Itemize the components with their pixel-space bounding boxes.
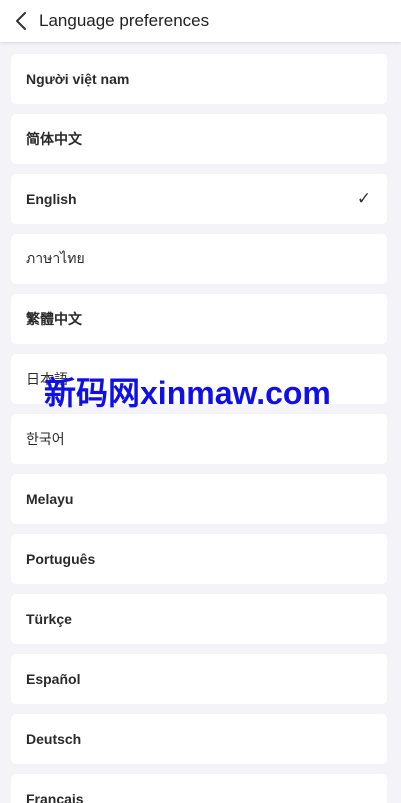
language-item-malay[interactable]: Melayu bbox=[11, 474, 387, 524]
language-label: ภาษาไทย bbox=[26, 250, 85, 266]
top-app-bar: Language preferences bbox=[0, 0, 401, 42]
language-label: English bbox=[26, 191, 77, 207]
language-label: 한국어 bbox=[26, 431, 65, 447]
language-label: Português bbox=[26, 551, 96, 567]
language-label: Người việt nam bbox=[26, 71, 130, 87]
language-label: Deutsch bbox=[26, 731, 82, 747]
language-label: Türkçe bbox=[26, 611, 72, 627]
language-item-german[interactable]: Deutsch bbox=[11, 714, 387, 764]
language-item-korean[interactable]: 한국어 bbox=[11, 414, 387, 464]
language-list: Người việt nam 简体中文 English ✓ ภาษาไทย 繁體… bbox=[11, 54, 387, 803]
chevron-left-icon bbox=[16, 12, 26, 30]
language-item-traditional-chinese[interactable]: 繁體中文 bbox=[11, 294, 387, 344]
language-item-english[interactable]: English ✓ bbox=[11, 174, 387, 224]
language-item-spanish[interactable]: Español bbox=[11, 654, 387, 704]
language-item-thai[interactable]: ภาษาไทย bbox=[11, 234, 387, 284]
language-label: Español bbox=[26, 671, 81, 687]
language-label: Français bbox=[26, 791, 84, 803]
language-item-turkish[interactable]: Türkçe bbox=[11, 594, 387, 644]
page-title: Language preferences bbox=[39, 11, 210, 30]
language-item-vietnamese[interactable]: Người việt nam bbox=[11, 54, 387, 104]
language-item-portuguese[interactable]: Português bbox=[11, 534, 387, 584]
language-label: 简体中文 bbox=[26, 131, 82, 147]
language-label: Melayu bbox=[26, 491, 74, 507]
check-icon: ✓ bbox=[356, 189, 372, 208]
language-label: 繁體中文 bbox=[26, 311, 82, 327]
watermark-text: 新码网xinmaw.com bbox=[44, 375, 331, 411]
language-preferences-screen: Language preferences Người việt nam 简体中文… bbox=[0, 0, 401, 803]
language-item-french[interactable]: Français bbox=[11, 774, 387, 803]
back-button[interactable] bbox=[6, 0, 36, 42]
language-item-simplified-chinese[interactable]: 简体中文 bbox=[11, 114, 387, 164]
